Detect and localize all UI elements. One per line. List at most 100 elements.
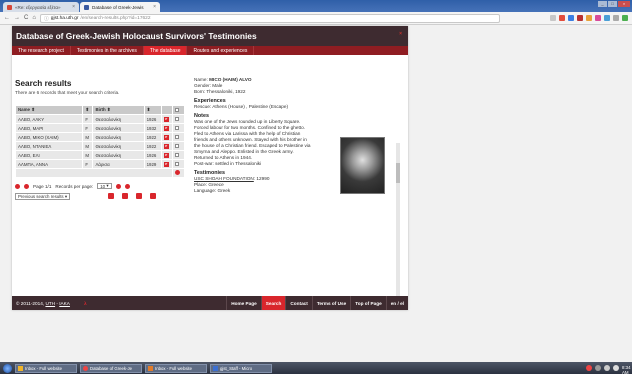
taskbar-item[interactable]: Inbox - Full website <box>15 363 77 373</box>
footer-delete-cell[interactable] <box>172 168 185 178</box>
nav-research-project[interactable]: The research project <box>12 46 71 55</box>
extension-icon[interactable] <box>595 15 601 21</box>
extension-icon[interactable] <box>577 15 583 21</box>
taskbar-item[interactable]: gjst_Staff - Micro <box>210 363 272 373</box>
taskbar-item[interactable]: Inbox - Full website <box>145 363 207 373</box>
minimize-button[interactable]: _ <box>598 1 607 7</box>
tray-icon[interactable] <box>595 365 601 371</box>
row-checkbox[interactable] <box>175 153 180 158</box>
cell-check[interactable] <box>172 159 185 169</box>
pdf-icon[interactable]: P <box>163 162 169 167</box>
row-checkbox[interactable] <box>175 126 180 131</box>
extension-icon[interactable] <box>559 15 565 21</box>
col-year-sort[interactable]: ⬍ <box>143 105 162 115</box>
cell-name[interactable]: ΑΛΜΠΑ, ΑΝΝΑ <box>14 159 84 169</box>
footer-top-link[interactable]: Top of Page <box>350 296 385 310</box>
browser-tab-gmail[interactable]: «Re: εξεργασία εξέτα» × <box>3 2 79 12</box>
iaka-link[interactable]: IAKA <box>59 301 70 306</box>
cell-name[interactable]: ΑΛΒΟ, ΝΤΑΝΙΕΛ <box>14 141 84 151</box>
cart-icon[interactable] <box>150 193 156 199</box>
first-page-icon[interactable] <box>15 183 20 189</box>
cell-name[interactable]: ΑΛΒΟ, ΜΙΚΟ (ΧΑΙΜ) <box>14 132 84 142</box>
taskbar-item[interactable]: Database of Greek-Je <box>80 363 142 373</box>
cell-check[interactable] <box>172 114 185 124</box>
scroll-thumb[interactable] <box>396 163 400 183</box>
table-row[interactable]: ΑΛΒΟ, ΑΛΚΥ F Θεσσαλονίκη 1926 P <box>14 114 185 124</box>
tray-icon[interactable] <box>586 365 592 371</box>
back-icon[interactable]: ← <box>4 15 10 21</box>
cell-check[interactable] <box>172 123 185 133</box>
nav-routes[interactable]: Routes and experiences <box>187 46 255 55</box>
cell-name[interactable]: ΑΛΒΟ, ΜΑΡΙ <box>14 123 84 133</box>
col-name[interactable]: Name ⬍ <box>14 105 84 115</box>
cell-name[interactable]: ΑΛΒΟ, ΕΛΙ <box>14 150 84 160</box>
bookmark-star-icon[interactable] <box>550 15 556 21</box>
page-info-icon[interactable]: ⓘ <box>44 15 49 22</box>
pdf-icon[interactable]: P <box>163 117 169 122</box>
table-row[interactable]: ΑΛΒΟ, ΜΙΚΟ (ΧΑΙΜ) M Θεσσαλονίκη 1922 P <box>14 132 185 142</box>
close-tab-icon[interactable]: × <box>72 4 75 10</box>
cell-pdf[interactable]: P <box>160 132 174 142</box>
cell-pdf[interactable]: P <box>160 114 174 124</box>
uth-link[interactable]: UTH <box>45 301 55 306</box>
col-birth[interactable]: Birth ⬍ <box>92 105 145 115</box>
table-row[interactable]: ΑΛΜΠΑ, ΑΝΝΑ F Λάρισα 1929 P <box>14 159 185 169</box>
detail-scrollbar[interactable] <box>396 143 400 308</box>
pdf-icon[interactable]: P <box>163 144 169 149</box>
reload-icon[interactable]: C <box>24 15 28 21</box>
table-row[interactable]: ΑΛΒΟ, ΕΛΙ M Θεσσαλονίκη 1926 P <box>14 150 185 160</box>
pdf-icon[interactable]: P <box>163 126 169 131</box>
cell-name[interactable]: ΑΛΒΟ, ΑΛΚΥ <box>14 114 84 124</box>
footer-home-link[interactable]: Home Page <box>226 296 261 310</box>
cell-check[interactable] <box>172 141 185 151</box>
cell-pdf[interactable]: P <box>160 150 174 160</box>
extension-icon[interactable] <box>568 15 574 21</box>
forward-icon[interactable]: → <box>14 15 20 21</box>
table-row[interactable]: ΑΛΒΟ, ΝΤΑΝΙΕΛ M Θεσσαλονίκη 1922 P <box>14 141 185 151</box>
row-checkbox[interactable] <box>175 117 180 122</box>
extension-icon[interactable] <box>604 15 610 21</box>
home-icon[interactable]: ⌂ <box>32 15 36 21</box>
close-tab-icon[interactable]: × <box>153 4 156 10</box>
foundation-link[interactable]: USC SHOAH FOUNDATION <box>194 176 254 181</box>
browser-tab-database[interactable]: Database of Greek-Jewis × <box>80 2 160 12</box>
previous-results-select[interactable]: Previous search results ▾ <box>15 193 71 200</box>
table-row[interactable]: ΑΛΒΟ, ΜΑΡΙ F Θεσσαλονίκη 1932 P <box>14 123 185 133</box>
start-button[interactable] <box>3 363 12 373</box>
prev-page-icon[interactable] <box>24 183 29 189</box>
cell-pdf[interactable]: P <box>160 123 174 133</box>
next-page-icon[interactable] <box>115 183 121 189</box>
volume-icon[interactable] <box>613 365 619 371</box>
extension-icon[interactable] <box>586 15 592 21</box>
maximize-button[interactable]: □ <box>608 1 617 7</box>
delete-icon[interactable] <box>175 170 181 175</box>
row-checkbox[interactable] <box>175 144 180 149</box>
cell-pdf[interactable]: P <box>160 141 174 151</box>
footer-language-link[interactable]: en / el <box>385 296 408 310</box>
nav-database[interactable]: The database <box>143 46 188 55</box>
pdf-icon[interactable]: P <box>163 135 169 140</box>
pdf-export-icon[interactable] <box>108 193 114 199</box>
close-window-button[interactable]: × <box>618 1 630 7</box>
menu-icon[interactable] <box>622 15 628 21</box>
cell-check[interactable] <box>172 150 185 160</box>
cell-pdf[interactable]: P <box>160 159 174 169</box>
footer-contact-link[interactable]: Contact <box>285 296 311 310</box>
excel-export-icon[interactable] <box>122 193 128 199</box>
pdf-icon[interactable]: P <box>163 153 169 158</box>
per-page-select[interactable]: 10 ▾ <box>97 183 112 189</box>
row-checkbox[interactable] <box>175 162 180 167</box>
last-page-icon[interactable] <box>124 183 130 189</box>
col-sex-sort[interactable]: ⬍ <box>82 105 94 115</box>
tray-icon[interactable] <box>604 365 610 371</box>
print-icon[interactable] <box>136 193 142 199</box>
footer-terms-link[interactable]: Terms of Use <box>311 296 350 310</box>
header-close-icon[interactable]: × <box>399 31 402 37</box>
address-bar[interactable]: ⓘ gjst.ha.uth.gr/en/search-results.php?i… <box>39 13 500 23</box>
footer-search-link[interactable]: Search <box>260 296 286 310</box>
select-all-checkbox[interactable] <box>175 108 180 113</box>
nav-testimonies[interactable]: Testimonies in the archives <box>71 46 144 55</box>
row-checkbox[interactable] <box>175 135 180 140</box>
extension-icon[interactable] <box>613 15 619 21</box>
cell-check[interactable] <box>172 132 185 142</box>
